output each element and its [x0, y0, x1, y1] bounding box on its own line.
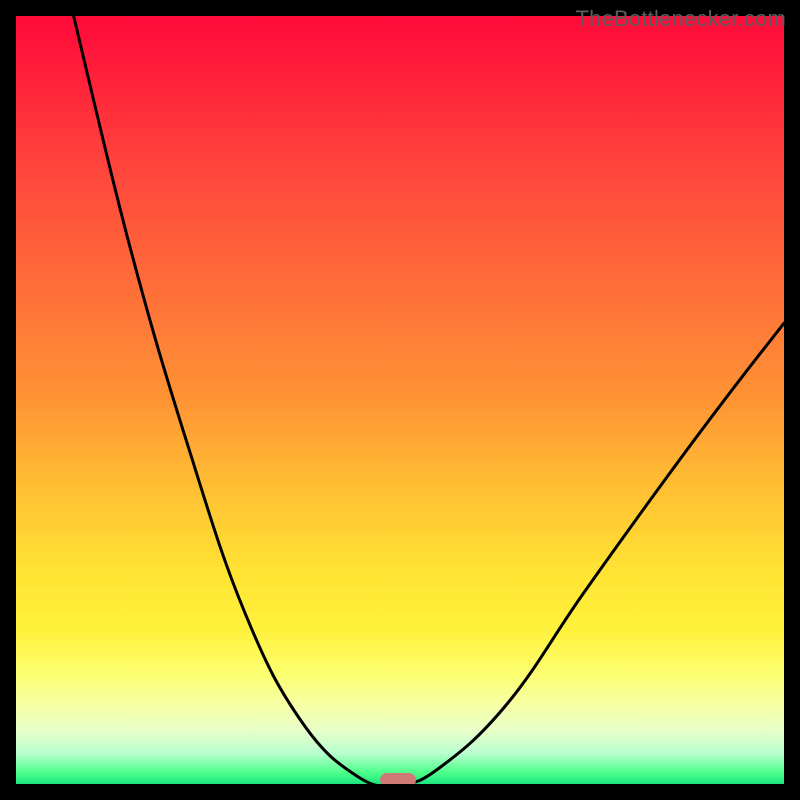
bottleneck-curve	[16, 16, 784, 784]
attribution-text: TheBottlenecker.com	[576, 6, 786, 32]
plot-area	[16, 16, 784, 784]
chart-frame: TheBottlenecker.com	[0, 0, 800, 800]
bottleneck-marker	[380, 773, 416, 784]
